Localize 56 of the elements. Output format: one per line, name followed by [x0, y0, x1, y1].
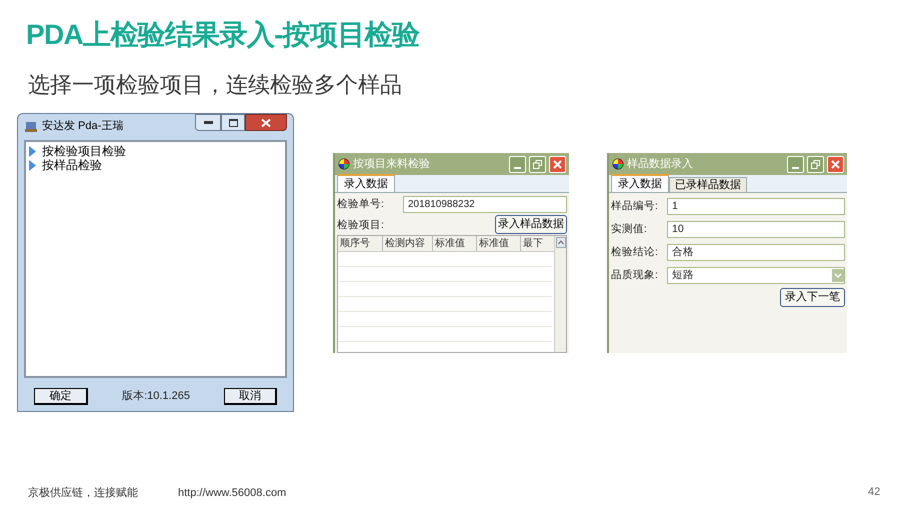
tab[interactable]: 录入数据 [611, 174, 669, 192]
window-title: 样品数据录入 [627, 156, 694, 172]
close-icon [831, 160, 840, 168]
field-label: 样品编号: [611, 198, 659, 214]
minimize-icon [792, 166, 799, 168]
minimize-icon [514, 166, 521, 168]
text-field[interactable]: 合格 [667, 244, 845, 261]
minimize-button[interactable] [195, 114, 221, 131]
scroll-up-icon [556, 237, 566, 248]
restore-button[interactable] [807, 156, 824, 172]
tab[interactable]: 已录样品数据 [669, 177, 747, 192]
text-field[interactable]: 201810988232 [403, 196, 567, 213]
menu-item[interactable]: 按检验项目检验 [29, 144, 282, 158]
minimize-icon [204, 121, 212, 124]
field-label: 品质现象: [611, 268, 659, 283]
slide-subtitle: 选择一项检验项目，连续检验多个样品 [28, 71, 402, 99]
restore-icon [533, 160, 542, 168]
column-header[interactable]: 检测内容 [382, 236, 432, 251]
maximize-icon [228, 118, 238, 126]
field-label: 检验项目: [337, 218, 384, 234]
enter-sample-button[interactable]: 录入样品数据 [495, 215, 567, 234]
column-header[interactable]: 标准值 [432, 236, 476, 251]
text-field[interactable]: 1 [667, 198, 845, 215]
maximize-button[interactable] [221, 114, 245, 131]
close-button[interactable] [245, 114, 287, 131]
restore-button[interactable] [529, 156, 546, 172]
menu-item[interactable]: 按样品检验 [29, 158, 282, 172]
close-icon [553, 160, 562, 168]
next-record-button[interactable]: 录入下一笔 [780, 288, 845, 307]
page-number: 42 [868, 485, 880, 500]
app-icon [24, 119, 38, 133]
footer-url: http://www.56008.com [178, 486, 286, 501]
tab[interactable]: 录入数据 [337, 174, 395, 192]
restore-icon [811, 160, 820, 168]
ok-button[interactable]: 确定 [34, 388, 88, 405]
footer-slogan: 京极供应链，连接赋能 [28, 486, 138, 501]
column-header[interactable]: 最下 [520, 236, 552, 251]
cancel-button[interactable]: 取消 [224, 388, 277, 405]
window-title: 安达发 Pda-王瑞 [42, 118, 124, 134]
app-icon [338, 158, 350, 170]
column-header[interactable]: 顺序号 [338, 236, 382, 251]
version-label: 版本:10.1.265 [122, 389, 190, 404]
dropdown[interactable]: 短路 [667, 267, 845, 284]
chevron-down-icon [832, 269, 844, 282]
field-label: 实测值: [611, 222, 648, 237]
triangle-icon [29, 146, 36, 156]
slide-title: PDA上检验结果录入-按项目检验 [26, 18, 420, 52]
field-label: 检验单号: [337, 196, 385, 212]
column-header[interactable]: 标准值 [476, 236, 520, 251]
close-icon [261, 118, 271, 126]
window-title: 按项目来料检验 [353, 156, 431, 172]
app-icon [612, 158, 624, 170]
field-label: 检验结论: [611, 244, 659, 260]
text-field[interactable]: 10 [667, 221, 845, 238]
triangle-icon [29, 160, 36, 170]
scrollbar[interactable] [554, 236, 566, 352]
